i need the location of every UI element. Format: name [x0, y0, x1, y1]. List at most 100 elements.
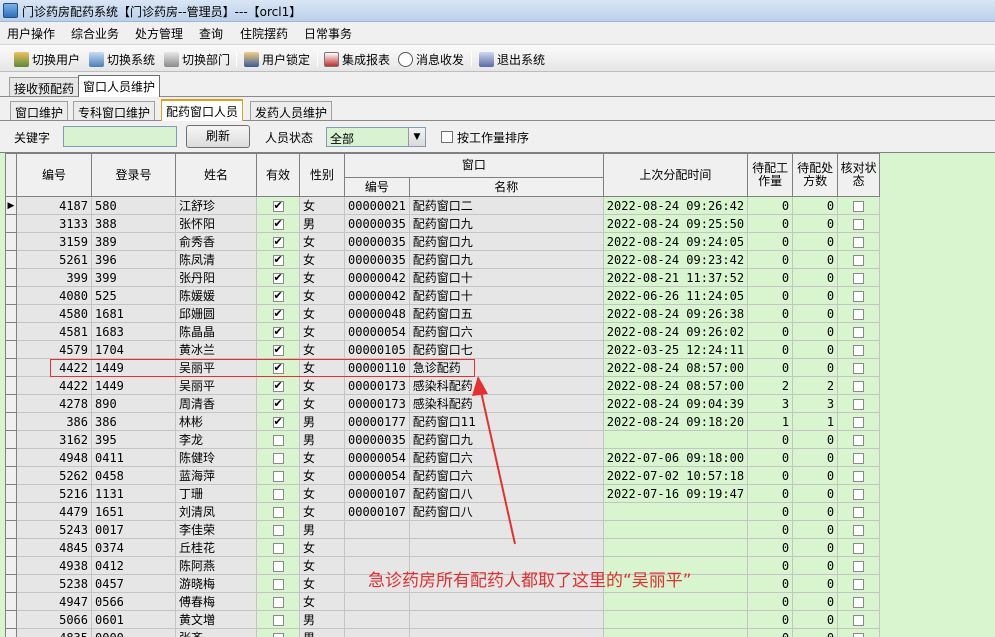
- table-row[interactable]: 4479 1651 刘清凤 女 00000107 配药窗口八 0 0: [5, 502, 881, 521]
- verify-checkbox[interactable]: [853, 308, 865, 320]
- valid-checkbox[interactable]: [272, 596, 284, 608]
- cell-valid[interactable]: [256, 502, 300, 521]
- keyword-input[interactable]: [63, 126, 177, 147]
- table-row[interactable]: 386386林彬男00000177配药窗口112022-08-24 09:18:…: [5, 412, 881, 431]
- cell-valid[interactable]: [256, 214, 300, 233]
- switch-user-button[interactable]: 切换用户: [14, 50, 80, 68]
- switch-dept-button[interactable]: 切换部门: [164, 50, 230, 68]
- cell-valid[interactable]: [256, 592, 300, 611]
- table-row[interactable]: 3162 395 李龙 男 00000035 配药窗口九 0 0: [5, 430, 881, 449]
- row-indicator[interactable]: [5, 448, 17, 467]
- row-indicator[interactable]: [5, 304, 17, 323]
- col-header-window-id[interactable]: 编号: [344, 177, 410, 197]
- verify-checkbox[interactable]: [853, 362, 865, 374]
- cell-valid[interactable]: [256, 250, 300, 269]
- table-row[interactable]: 5262 0458 蓝海萍 女 00000054 配药窗口六 2022-07-02 10:5…: [5, 466, 881, 485]
- cell-valid[interactable]: [256, 430, 300, 449]
- staff-status-select[interactable]: 全部 ▼: [326, 127, 426, 147]
- cell-valid[interactable]: [256, 610, 300, 629]
- cell-valid[interactable]: [256, 448, 300, 467]
- table-row[interactable]: 44221449吴丽平 女00000173感染科配药2022-08-24 08:5…: [5, 376, 881, 395]
- cell-verify[interactable]: [837, 448, 881, 467]
- row-indicator[interactable]: [5, 538, 17, 557]
- row-indicator[interactable]: [5, 394, 17, 413]
- row-indicator[interactable]: [5, 466, 17, 485]
- tab-issue-staff[interactable]: 发药人员维护: [250, 101, 333, 121]
- col-header-window[interactable]: 窗口: [344, 153, 604, 178]
- verify-checkbox[interactable]: [853, 398, 865, 410]
- table-row[interactable]: 4947 0566 傅春梅 女 0 0: [5, 592, 881, 611]
- cell-verify[interactable]: [837, 466, 881, 485]
- table-row[interactable]: ▶4187580江舒珍 女00000021配药窗口二2022-08-24 09:2…: [5, 196, 881, 215]
- cell-verify[interactable]: [837, 574, 881, 593]
- row-indicator[interactable]: [5, 502, 17, 521]
- table-row[interactable]: 399399张丹阳女00000042配药窗口十2022-08-21 11:37:…: [5, 268, 881, 287]
- row-indicator[interactable]: ▶: [5, 196, 17, 215]
- valid-checkbox[interactable]: [272, 632, 284, 637]
- row-indicator[interactable]: [5, 430, 17, 449]
- reports-button[interactable]: 集成报表: [324, 50, 390, 68]
- cell-valid[interactable]: [256, 520, 300, 539]
- verify-checkbox[interactable]: [853, 290, 865, 302]
- verify-checkbox[interactable]: [853, 452, 865, 464]
- cell-valid[interactable]: [256, 340, 300, 359]
- verify-checkbox[interactable]: [853, 632, 865, 637]
- valid-checkbox[interactable]: [272, 415, 284, 428]
- row-indicator[interactable]: [5, 358, 17, 377]
- cell-verify[interactable]: [837, 232, 881, 251]
- table-row[interactable]: 45811683陈晶晶 女00000054配药窗口六2022-08-24 09:2…: [5, 322, 881, 341]
- verify-checkbox[interactable]: [853, 470, 865, 482]
- tab-window-staff[interactable]: 窗口人员维护: [78, 75, 161, 97]
- table-row[interactable]: 3133388张怀阳 男00000035配药窗口九2022-08-24 09:25…: [5, 214, 881, 233]
- cell-verify[interactable]: [837, 250, 881, 269]
- cell-verify[interactable]: [837, 610, 881, 629]
- cell-verify[interactable]: [837, 268, 881, 287]
- valid-checkbox[interactable]: [272, 217, 284, 230]
- col-header-valid[interactable]: 有效: [256, 153, 300, 197]
- cell-verify[interactable]: [837, 556, 881, 575]
- table-row[interactable]: 4948 0411 陈健玲 女 00000054 配药窗口六 2022-07-06 09:1…: [5, 448, 881, 467]
- valid-checkbox[interactable]: [272, 235, 284, 248]
- verify-checkbox[interactable]: [853, 326, 865, 338]
- valid-checkbox[interactable]: [272, 379, 284, 392]
- cell-valid[interactable]: [256, 376, 300, 395]
- col-header-window-name[interactable]: 名称: [408, 177, 604, 197]
- cell-valid[interactable]: [256, 304, 300, 323]
- valid-checkbox[interactable]: [272, 578, 284, 590]
- table-row[interactable]: 48350000张齐 男 00: [5, 628, 881, 637]
- refresh-button[interactable]: 刷新: [186, 125, 250, 148]
- cell-verify[interactable]: [837, 502, 881, 521]
- chevron-down-icon[interactable]: ▼: [408, 128, 425, 146]
- table-row[interactable]: 5261396陈凤清 女00000035配药窗口九2022-08-24 09:23…: [5, 250, 881, 269]
- cell-valid[interactable]: [256, 232, 300, 251]
- valid-checkbox[interactable]: [272, 524, 284, 536]
- verify-checkbox[interactable]: [853, 506, 865, 518]
- cell-verify[interactable]: [837, 538, 881, 557]
- cell-verify[interactable]: [837, 322, 881, 341]
- valid-checkbox[interactable]: [272, 470, 284, 482]
- cell-verify[interactable]: [837, 214, 881, 233]
- tab-specialty-window[interactable]: 专科窗口维护: [73, 101, 156, 121]
- verify-checkbox[interactable]: [853, 254, 865, 266]
- lock-user-button[interactable]: 用户锁定: [244, 50, 310, 68]
- cell-verify[interactable]: [837, 484, 881, 503]
- messages-button[interactable]: 消息收发: [398, 50, 464, 68]
- verify-checkbox[interactable]: [853, 614, 865, 626]
- verify-checkbox[interactable]: [853, 434, 865, 446]
- row-indicator[interactable]: [5, 628, 17, 637]
- table-row[interactable]: 4080525陈媛媛 女00000042配药窗口十2022-06-26 11:24…: [5, 286, 881, 305]
- col-header-pending-work[interactable]: 待配工作量: [747, 153, 794, 197]
- row-indicator[interactable]: [5, 376, 17, 395]
- cell-valid[interactable]: [256, 412, 300, 431]
- cell-valid[interactable]: [256, 484, 300, 503]
- cell-verify[interactable]: [837, 430, 881, 449]
- menu-daily-affairs[interactable]: 日常事务: [304, 25, 352, 42]
- col-header-last-time[interactable]: 上次分配时间: [602, 153, 749, 197]
- menu-inpatient[interactable]: 住院摆药: [240, 25, 288, 42]
- valid-checkbox[interactable]: [272, 253, 284, 266]
- tab-dispense-window-staff[interactable]: 配药窗口人员: [161, 99, 244, 121]
- cell-verify[interactable]: [837, 520, 881, 539]
- cell-valid[interactable]: [256, 322, 300, 341]
- switch-system-button[interactable]: 切换系统: [89, 50, 155, 68]
- col-header-name[interactable]: 姓名: [175, 153, 257, 197]
